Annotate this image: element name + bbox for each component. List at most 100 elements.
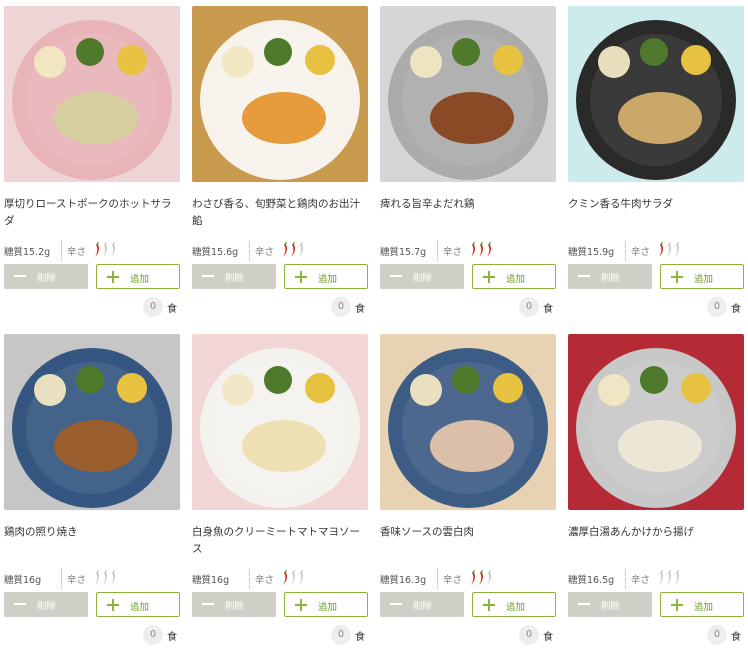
side-dish	[117, 45, 147, 75]
side-dish	[640, 38, 668, 66]
side-dish	[493, 373, 523, 403]
sugar-content: 糖質16.3g	[380, 575, 427, 586]
chili-pepper-icon	[659, 242, 664, 257]
meal-photo[interactable]	[568, 334, 744, 510]
quantity-unit: 食	[543, 304, 553, 315]
quantity-display: 0	[331, 297, 351, 317]
quantity-unit: 食	[731, 304, 741, 315]
delete-button[interactable]: 削除	[4, 264, 88, 289]
main-dish	[618, 420, 702, 472]
quantity-unit: 食	[167, 304, 177, 315]
meal-photo[interactable]	[192, 6, 368, 182]
chili-pepper-icon	[487, 242, 492, 257]
add-button[interactable]: 追加	[472, 592, 556, 617]
spice-level-indicator	[659, 570, 680, 585]
product-name[interactable]: クミン香る牛肉サラダ	[568, 196, 744, 213]
add-button-label: 追加	[506, 274, 526, 285]
spice-level-indicator	[283, 570, 304, 585]
add-button[interactable]: 追加	[660, 264, 744, 289]
meal-photo[interactable]	[568, 6, 744, 182]
chili-pepper-icon	[479, 242, 484, 257]
side-dish	[493, 45, 523, 75]
quantity-unit: 食	[731, 632, 741, 643]
delete-button[interactable]: 削除	[568, 264, 652, 289]
add-button[interactable]: 追加	[284, 264, 368, 289]
add-button[interactable]: 追加	[284, 592, 368, 617]
meal-photo[interactable]	[192, 334, 368, 510]
nutrition-info: 糖質15.7g 辛さ	[380, 241, 556, 261]
product-name[interactable]: 香味ソースの雲白肉	[380, 524, 556, 541]
spice-level-indicator	[283, 242, 304, 257]
chili-pepper-icon	[111, 242, 116, 257]
quantity-display: 0	[519, 625, 539, 645]
delete-button[interactable]: 削除	[4, 592, 88, 617]
quantity-display: 0	[143, 625, 163, 645]
nutrition-info: 糖質16g 辛さ	[4, 569, 180, 589]
delete-button[interactable]: 削除	[192, 264, 276, 289]
main-dish	[54, 420, 138, 472]
chili-pepper-icon	[299, 242, 304, 257]
product-name[interactable]: 痺れる旨辛よだれ鶏	[380, 196, 556, 213]
sugar-content: 糖質15.7g	[380, 247, 427, 258]
side-dish	[305, 45, 335, 75]
add-button[interactable]: 追加	[472, 264, 556, 289]
sugar-content: 糖質16g	[4, 575, 42, 586]
delete-button[interactable]: 削除	[192, 592, 276, 617]
divider	[625, 241, 626, 260]
add-button[interactable]: 追加	[660, 592, 744, 617]
sugar-content: 糖質15.9g	[568, 247, 615, 258]
side-dish	[410, 46, 442, 78]
chili-pepper-icon	[479, 570, 484, 585]
side-dish	[76, 38, 104, 66]
meal-photo[interactable]	[4, 334, 180, 510]
product-name[interactable]: 鶏肉の照り焼き	[4, 524, 180, 541]
add-button-label: 追加	[506, 602, 526, 613]
chili-pepper-icon	[471, 242, 476, 257]
meal-photo[interactable]	[380, 6, 556, 182]
spice-label: 辛さ	[443, 575, 463, 586]
nutrition-info: 糖質16.5g 辛さ	[568, 569, 744, 589]
side-dish	[34, 374, 66, 406]
quantity-unit: 食	[355, 632, 365, 643]
sugar-content: 糖質15.6g	[192, 247, 239, 258]
minus-icon	[202, 275, 214, 277]
add-button-label: 追加	[318, 274, 338, 285]
add-button[interactable]: 追加	[96, 264, 180, 289]
divider	[249, 241, 250, 260]
delete-button-label: 削除	[601, 601, 621, 612]
chili-pepper-icon	[291, 570, 296, 585]
product-name[interactable]: 厚切りローストポークのホットサラダ	[4, 196, 180, 230]
product-name[interactable]: わさび香る、旬野菜と鶏肉のお出汁餡	[192, 196, 368, 230]
sugar-content: 糖質16g	[192, 575, 230, 586]
delete-button[interactable]: 削除	[380, 264, 464, 289]
divider	[437, 241, 438, 260]
spice-level-indicator	[659, 242, 680, 257]
meal-photo[interactable]	[4, 6, 180, 182]
plus-icon	[107, 599, 119, 611]
product-name[interactable]: 白身魚のクリーミートマトマヨソース	[192, 524, 368, 558]
spice-label: 辛さ	[631, 575, 651, 586]
add-button[interactable]: 追加	[96, 592, 180, 617]
product-name[interactable]: 濃厚白湯あんかけから揚げ	[568, 524, 744, 541]
main-dish	[54, 92, 138, 144]
delete-button-label: 削除	[37, 273, 57, 284]
side-dish	[452, 38, 480, 66]
chili-pepper-icon	[103, 570, 108, 585]
delete-button[interactable]: 削除	[568, 592, 652, 617]
spice-label: 辛さ	[443, 247, 463, 258]
chili-pepper-icon	[675, 242, 680, 257]
plus-icon	[295, 599, 307, 611]
side-dish	[598, 46, 630, 78]
side-dish	[264, 38, 292, 66]
chili-pepper-icon	[291, 242, 296, 257]
minus-icon	[390, 603, 402, 605]
nutrition-info: 糖質16.3g 辛さ	[380, 569, 556, 589]
delete-button-label: 削除	[413, 273, 433, 284]
meal-photo[interactable]	[380, 334, 556, 510]
minus-icon	[578, 275, 590, 277]
chili-pepper-icon	[659, 570, 664, 585]
chili-pepper-icon	[95, 242, 100, 257]
delete-button[interactable]: 削除	[380, 592, 464, 617]
chili-pepper-icon	[487, 570, 492, 585]
chili-pepper-icon	[283, 242, 288, 257]
